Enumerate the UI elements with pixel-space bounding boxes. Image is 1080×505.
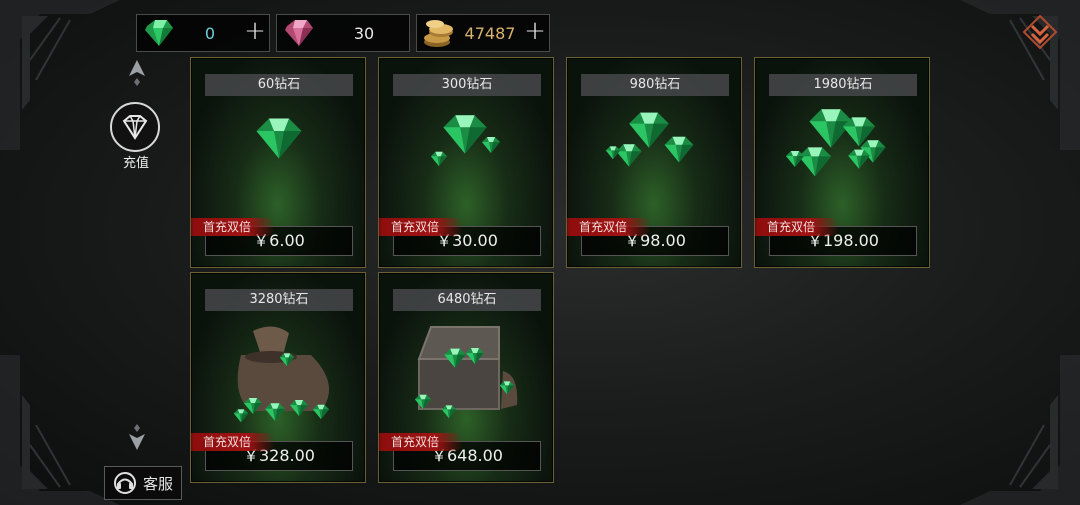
green-diamond-counter: 0 + <box>136 14 270 52</box>
recharge-tab-label: 充值 <box>122 156 149 171</box>
customer-service-label: 客服 <box>142 474 173 493</box>
product-title: 980钻石 <box>581 74 729 96</box>
corner-ornament <box>0 0 120 150</box>
product-card[interactable]: 1980钻石 ￥198.00 首充双倍 <box>754 57 930 268</box>
product-card[interactable]: 980钻石 ￥98.00 首充双倍 <box>566 57 742 268</box>
product-art-image <box>786 109 886 177</box>
pink-diamond-icon <box>285 20 313 46</box>
customer-service-button[interactable]: 客服 <box>104 466 182 500</box>
product-art-image <box>256 118 302 159</box>
recharge-tab-ring <box>110 102 160 152</box>
add-green-diamond-button[interactable]: + <box>241 18 269 47</box>
scroll-down-arrow-icon[interactable] <box>128 424 146 450</box>
product-art-image <box>430 115 500 167</box>
product-art-image <box>233 326 330 423</box>
corner-ornament <box>0 355 120 505</box>
scroll-up-arrow-icon[interactable] <box>128 60 146 86</box>
product-card[interactable]: 300钻石 ￥30.00 首充双倍 <box>378 57 554 268</box>
add-gold-button[interactable]: + <box>521 18 549 47</box>
pink-diamond-amount: 30 <box>353 23 375 43</box>
diamond-icon <box>122 115 148 140</box>
product-art-image <box>605 112 694 167</box>
first-charge-double-badge: 首充双倍 <box>379 433 463 451</box>
tab-recharge[interactable]: 充值 <box>110 102 162 171</box>
first-charge-double-badge: 首充双倍 <box>191 218 275 236</box>
gold-coins-icon <box>424 20 453 47</box>
product-card[interactable]: 3280钻石 ￥328.00 首充双倍 <box>190 272 366 483</box>
product-art-image <box>414 326 518 419</box>
gold-counter: 47487 + <box>416 14 550 52</box>
product-card[interactable]: 6480钻石 ￥648.00 首充双倍 <box>378 272 554 483</box>
product-title: 1980钻石 <box>769 74 917 96</box>
product-card[interactable]: 60钻石 ￥6.00 首充双倍 <box>190 57 366 268</box>
menu-emblem-icon[interactable] <box>1022 14 1058 50</box>
green-diamond-icon <box>145 20 173 46</box>
gold-amount: 47487 <box>464 23 516 43</box>
product-title: 3280钻石 <box>205 289 353 311</box>
corner-ornament <box>960 355 1080 505</box>
product-title: 60钻石 <box>205 74 353 96</box>
headset-icon <box>113 472 136 494</box>
first-charge-double-badge: 首充双倍 <box>379 218 463 236</box>
pink-diamond-counter: 30 <box>276 14 410 52</box>
product-title: 6480钻石 <box>393 289 541 311</box>
corner-ornament <box>960 0 1080 150</box>
first-charge-double-badge: 首充双倍 <box>755 218 839 236</box>
first-charge-double-badge: 首充双倍 <box>567 218 651 236</box>
first-charge-double-badge: 首充双倍 <box>191 433 275 451</box>
green-diamond-amount: 0 <box>204 23 216 43</box>
product-title: 300钻石 <box>393 74 541 96</box>
